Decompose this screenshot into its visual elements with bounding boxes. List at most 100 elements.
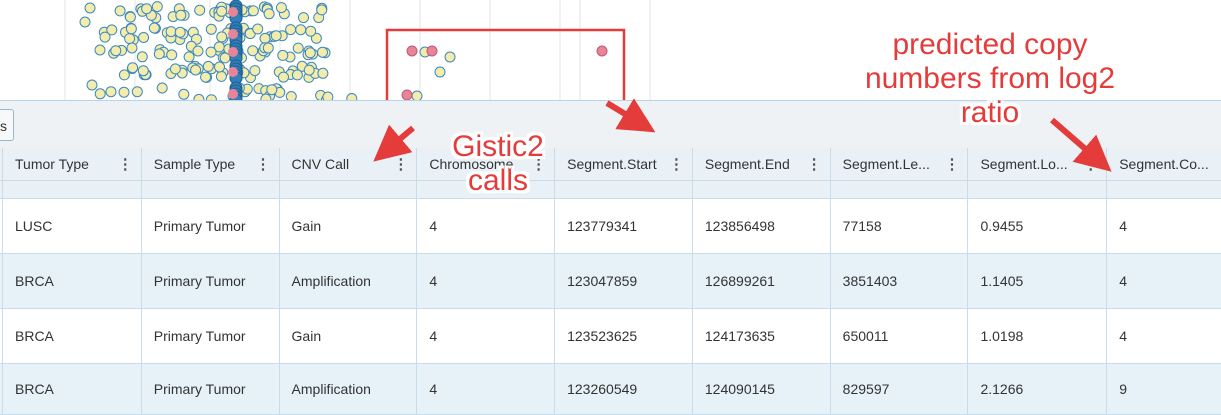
column-header-tumor-type[interactable]: Tumor Type ⋮ (3, 148, 142, 180)
table-cell[interactable]: 126899261 (693, 254, 831, 308)
plot-point (200, 71, 212, 83)
table-cell[interactable]: 1.0198 (968, 309, 1108, 363)
toolbar-button[interactable]: s (0, 109, 14, 141)
table-cell[interactable]: Primary Tumor (142, 199, 280, 253)
plot-point (110, 45, 122, 57)
table-cell[interactable]: 124173635 (693, 309, 831, 363)
table-cell[interactable]: 4 (1107, 309, 1221, 363)
annotation-text: ratio (960, 96, 1020, 129)
column-menu-icon[interactable]: ⋮ (118, 148, 133, 180)
plot-point (165, 26, 177, 38)
plot-point (124, 11, 136, 23)
table-cell[interactable]: Amplification (280, 364, 418, 414)
plot-point (317, 46, 328, 58)
plot-point (277, 49, 289, 61)
plot-point (183, 51, 195, 63)
table-cell[interactable]: 650011 (831, 309, 969, 363)
table-cell[interactable]: 77158 (831, 199, 969, 253)
plot-point (99, 31, 111, 43)
table-row[interactable]: BRCA Primary Tumor Amplification 4 12326… (0, 364, 1221, 415)
plot-point (262, 42, 274, 54)
table-cell[interactable]: BRCA (3, 364, 142, 414)
table-cell[interactable]: Primary Tumor (142, 364, 280, 414)
table-cell[interactable]: 9 (1107, 364, 1221, 414)
filter-cell[interactable] (555, 181, 693, 198)
plot-point (434, 66, 446, 78)
column-menu-icon[interactable]: ⋮ (807, 148, 822, 180)
table-cell[interactable]: Primary Tumor (142, 309, 280, 363)
table-cell[interactable]: 2.1266 (968, 364, 1108, 414)
table-row[interactable]: BRCA Primary Tumor Amplification 4 12304… (0, 254, 1221, 309)
table-cell[interactable]: Gain (280, 199, 418, 253)
filter-cell[interactable] (142, 181, 280, 198)
header-row: Tumor Type ⋮ Sample Type ⋮ CNV Call ⋮ Ch… (0, 148, 1221, 181)
table-cell[interactable]: 4 (1107, 199, 1221, 253)
gistic-annotation: Gistic2 calls (428, 130, 568, 198)
plot-point (216, 31, 228, 43)
column-header-cnv-call[interactable]: CNV Call ⋮ (280, 148, 418, 180)
table-cell[interactable]: 4 (417, 364, 556, 414)
column-header-segment-log[interactable]: Segment.Lo... ⋮ (968, 148, 1108, 180)
plot-point (411, 90, 423, 100)
plot-points (79, 0, 608, 100)
column-menu-icon[interactable]: ⋮ (256, 148, 271, 180)
plot-point (174, 26, 186, 38)
table-cell[interactable]: Amplification (280, 254, 418, 308)
column-menu-icon[interactable]: ⋮ (1083, 148, 1098, 180)
table-cell[interactable]: 4 (1107, 254, 1221, 308)
table-cell[interactable]: LUSC (3, 199, 142, 253)
column-header-segment-copy[interactable]: Segment.Co... (1107, 148, 1221, 180)
table-cell[interactable]: Gain (280, 309, 418, 363)
column-header-label: CNV Call (291, 156, 350, 172)
column-menu-icon[interactable]: ⋮ (393, 148, 408, 180)
table-cell[interactable]: 4 (417, 199, 556, 253)
plot-point (156, 82, 168, 94)
column-menu-icon[interactable]: ⋮ (669, 148, 684, 180)
annotation-text: calls (467, 164, 528, 197)
table-cell[interactable]: 123856498 (693, 199, 831, 253)
plot-point (228, 29, 238, 39)
table-cell[interactable]: 123047859 (555, 254, 693, 308)
column-header-sample-type[interactable]: Sample Type ⋮ (142, 148, 280, 180)
table-cell[interactable]: 123523625 (555, 309, 693, 363)
plot-point-outlier (426, 45, 438, 57)
filter-cell[interactable] (831, 181, 969, 198)
filter-cell[interactable] (1107, 181, 1221, 198)
plot-point-outlier (406, 45, 418, 57)
table-cell[interactable]: 124090145 (693, 364, 831, 414)
plot-point (114, 5, 126, 17)
table-cell[interactable]: 123260549 (555, 364, 693, 414)
column-header-segment-length[interactable]: Segment.Le... ⋮ (831, 148, 969, 180)
column-header-label: Tumor Type (15, 156, 89, 172)
table-cell[interactable]: Primary Tumor (142, 254, 280, 308)
data-grid: Tumor Type ⋮ Sample Type ⋮ CNV Call ⋮ Ch… (0, 148, 1221, 415)
table-cell[interactable]: BRCA (3, 309, 142, 363)
column-header-segment-start[interactable]: Segment.Start ⋮ (555, 148, 693, 180)
table-row[interactable]: BRCA Primary Tumor Gain 4 123523625 1241… (0, 309, 1221, 364)
table-cell[interactable]: 3851403 (831, 254, 969, 308)
plot-point (84, 2, 96, 14)
table-cell[interactable]: 4 (417, 309, 556, 363)
plot-point (317, 67, 329, 79)
table-cell[interactable]: 829597 (831, 364, 969, 414)
table-cell[interactable]: 123779341 (555, 199, 693, 253)
filter-cell[interactable] (693, 181, 831, 198)
table-cell[interactable]: BRCA (3, 254, 142, 308)
table-row[interactable]: LUSC Primary Tumor Gain 4 123779341 1238… (0, 199, 1221, 254)
column-header-segment-end[interactable]: Segment.End ⋮ (693, 148, 831, 180)
plot-point (292, 42, 304, 54)
table-cell[interactable]: 4 (417, 254, 556, 308)
plot-point (125, 23, 137, 35)
plot-point (247, 45, 259, 57)
column-header-label: Segment.Le... (842, 156, 930, 172)
table-cell[interactable]: 1.1405 (968, 254, 1108, 308)
column-menu-icon[interactable]: ⋮ (944, 148, 959, 180)
plot-point (124, 33, 136, 45)
table-cell[interactable]: 0.9455 (968, 199, 1108, 253)
plot-point (79, 16, 91, 28)
filter-cell[interactable] (968, 181, 1108, 198)
annotation-text: predicted copy (892, 28, 1088, 61)
filter-cell[interactable] (280, 181, 418, 198)
filter-cell[interactable] (3, 181, 142, 198)
plot-point (205, 23, 217, 35)
